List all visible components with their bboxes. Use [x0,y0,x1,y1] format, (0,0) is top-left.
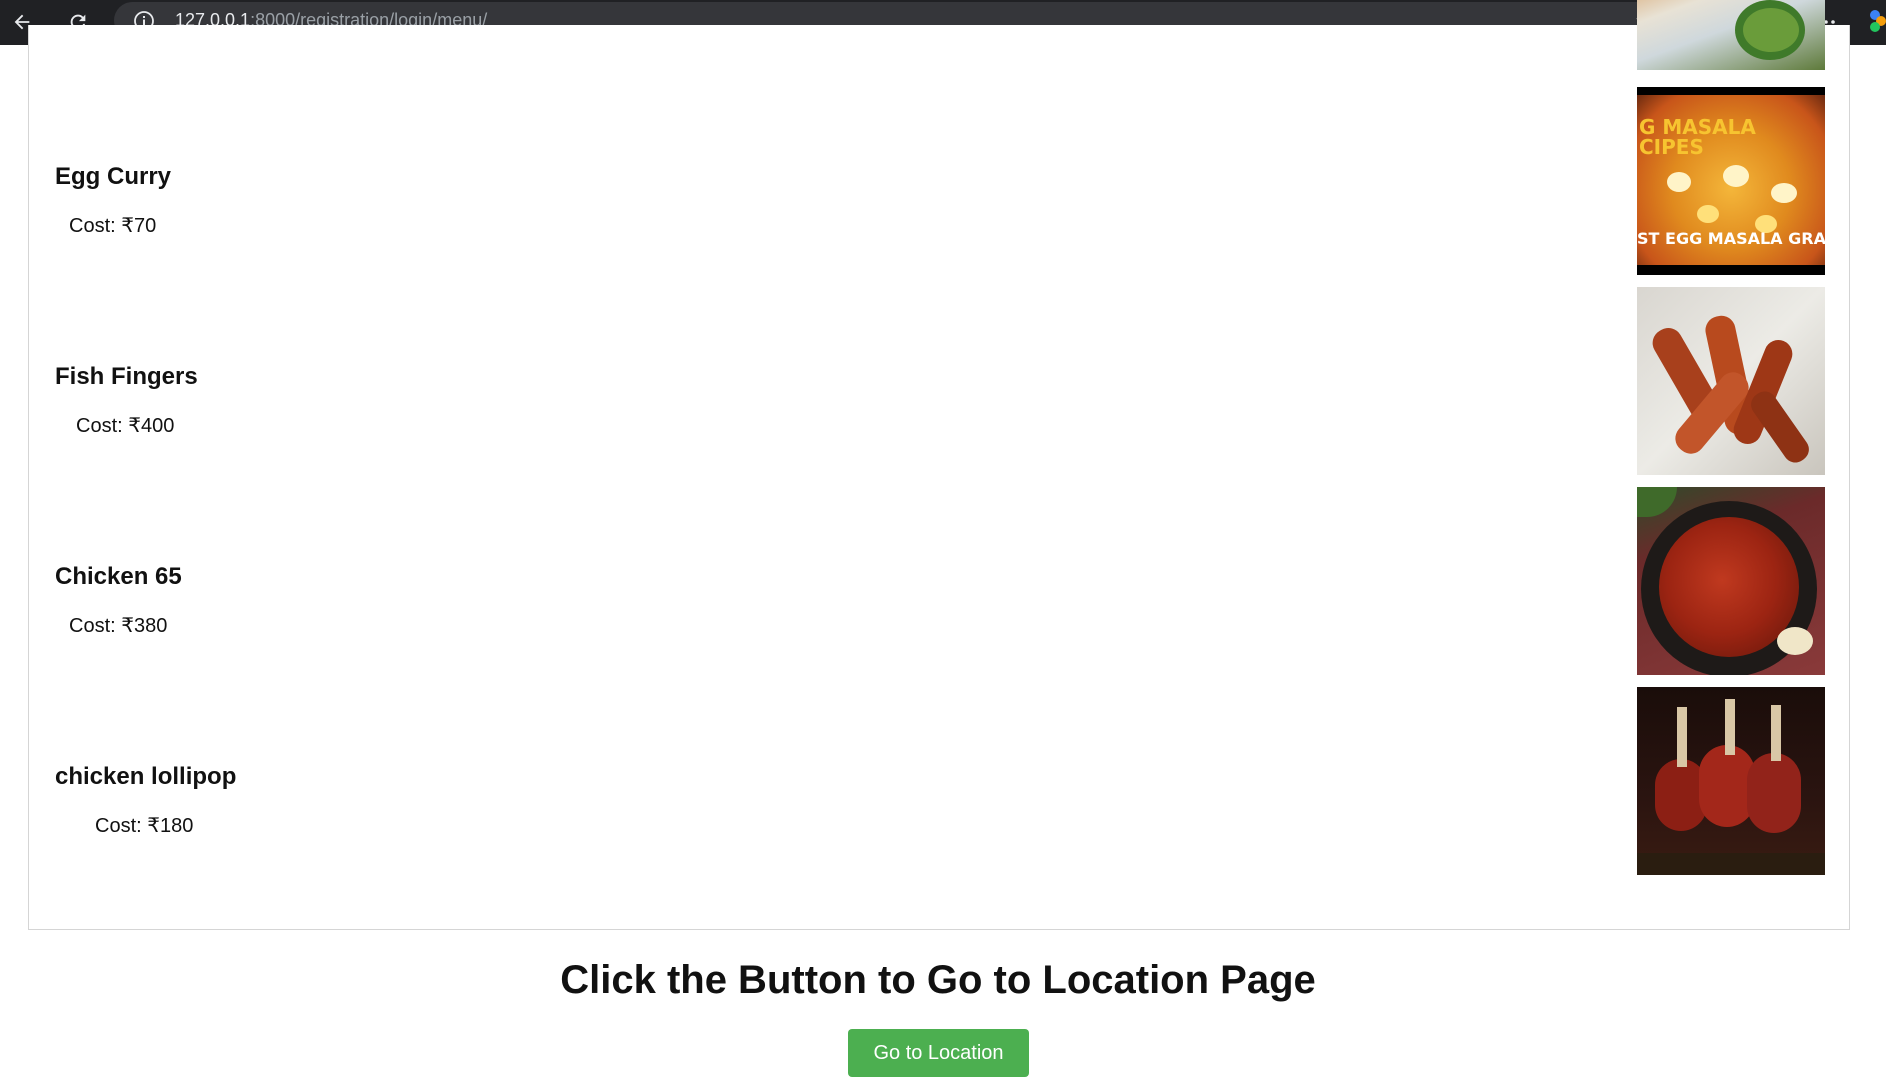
item-cost: Cost: ₹180 [95,815,194,837]
menu-item: Egg Curry Cost: ₹70 G MASALA CIPES ST EG… [29,87,1849,275]
item-cost: Cost: ₹400 [76,415,175,437]
page-content: Egg Curry Cost: ₹70 G MASALA CIPES ST EG… [0,0,1886,1087]
photo-caption-bottom: ST EGG MASALA GRA [1637,229,1825,248]
chicken-65-photo [1637,487,1825,675]
location-heading: Click the Button to Go to Location Page [560,958,1316,1002]
go-to-location-button[interactable]: Go to Location [848,1029,1029,1077]
item-cost: Cost: ₹70 [69,215,157,237]
item-name: chicken lollipop [55,763,237,790]
item-name: Chicken 65 [55,563,182,590]
previous-item-photo [1637,0,1825,70]
fish-fingers-photo [1637,287,1825,475]
menu-card: Egg Curry Cost: ₹70 G MASALA CIPES ST EG… [28,0,1850,930]
menu-item: Chicken 65 Cost: ₹380 [29,487,1849,675]
item-name: Fish Fingers [55,363,198,390]
menu-item: Fish Fingers Cost: ₹400 [29,287,1849,475]
egg-curry-photo: G MASALA CIPES ST EGG MASALA GRA [1637,87,1825,275]
photo-caption-mid: CIPES [1639,135,1704,159]
item-cost: Cost: ₹380 [69,615,168,637]
chicken-lollipop-photo [1637,687,1825,875]
item-name: Egg Curry [55,163,172,190]
menu-item: chicken lollipop Cost: ₹180 [29,687,1849,875]
copilot-icon[interactable] [1868,8,1886,36]
